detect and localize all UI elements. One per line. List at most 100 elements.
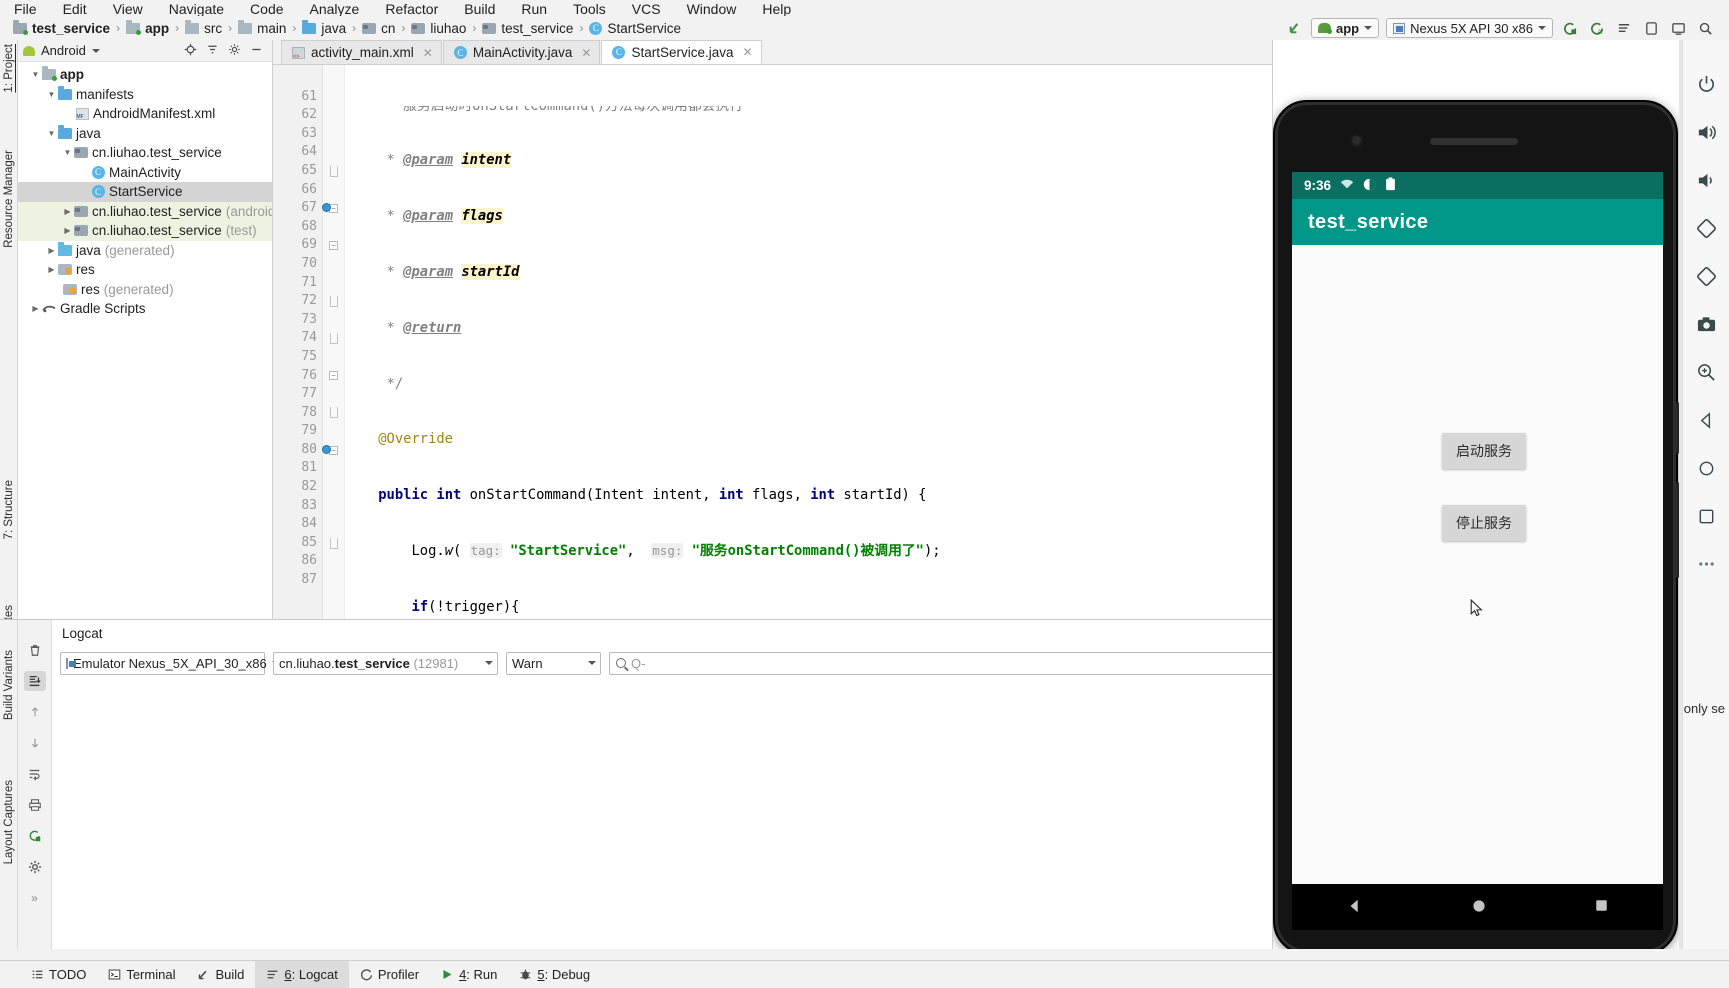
settings-gear-icon[interactable] xyxy=(228,43,241,59)
breadcrumb-item-cn[interactable]: cn xyxy=(357,21,400,36)
tree-item-java-generated[interactable]: ▶ java (generated) xyxy=(18,241,272,261)
tab-startservice-java[interactable]: C StartService.java ✕ xyxy=(601,40,762,64)
scroll-to-end-icon[interactable] xyxy=(23,671,46,691)
fold-end-marker[interactable] xyxy=(323,292,344,311)
home-icon[interactable] xyxy=(1694,456,1718,480)
more-icon[interactable] xyxy=(1694,552,1718,576)
chevron-down-icon[interactable]: ▼ xyxy=(30,70,41,79)
more-icon[interactable]: » xyxy=(24,888,46,908)
volume-up-icon[interactable] xyxy=(1694,120,1718,144)
tree-item-startservice[interactable]: C StartService xyxy=(18,182,272,202)
rotate-left-icon[interactable] xyxy=(1694,216,1718,240)
tree-item-java[interactable]: ▼ java xyxy=(18,124,272,144)
back-icon[interactable] xyxy=(1694,408,1718,432)
sidebar-item-resource-manager[interactable]: Resource Manager xyxy=(0,150,18,248)
print-icon[interactable] xyxy=(24,795,46,815)
breadcrumb-item-test-service-pkg[interactable]: test_service xyxy=(477,21,578,36)
restart-icon[interactable] xyxy=(24,826,46,846)
breadcrumb-item-src[interactable]: src xyxy=(180,19,227,36)
volume-down-icon[interactable] xyxy=(1694,168,1718,192)
breadcrumb-item-liuhao[interactable]: liuhao xyxy=(406,21,471,36)
breadcrumb-item-main[interactable]: main xyxy=(233,19,291,36)
menu-item-analyze[interactable]: Analyze xyxy=(310,2,360,16)
menu-item-file[interactable]: File xyxy=(14,2,37,16)
status-button-terminal[interactable]: Terminal xyxy=(97,961,186,988)
tree-item-package-main[interactable]: ▼ cn.liuhao.test_service xyxy=(18,143,272,163)
menu-item-build[interactable]: Build xyxy=(464,2,495,16)
tree-item-res[interactable]: ▶ res xyxy=(18,260,272,280)
tab-mainactivity-java[interactable]: C MainActivity.java ✕ xyxy=(442,40,601,64)
settings-gear-icon[interactable] xyxy=(24,857,46,877)
up-arrow-icon[interactable] xyxy=(24,702,46,722)
menu-item-window[interactable]: Window xyxy=(687,2,737,16)
fold-end-marker[interactable] xyxy=(323,534,344,553)
project-view-selector-label[interactable]: Android xyxy=(41,43,86,58)
logcat-process-selector[interactable]: cn.liuhao.test_service (12981) xyxy=(273,651,498,675)
minimize-icon[interactable] xyxy=(250,43,263,59)
tree-item-app[interactable]: ▼ app xyxy=(18,65,272,85)
rotate-right-icon[interactable] xyxy=(1694,264,1718,288)
close-icon[interactable]: ✕ xyxy=(423,46,433,60)
menu-item-help[interactable]: Help xyxy=(762,2,791,16)
status-button-logcat[interactable]: 6: Logcat xyxy=(255,960,349,988)
power-icon[interactable] xyxy=(1694,72,1718,96)
status-button-debug[interactable]: 5: Debug xyxy=(508,961,601,988)
fold-end-marker[interactable] xyxy=(323,404,344,423)
tree-item-android-manifest[interactable]: AndroidManifest.xml xyxy=(18,104,272,124)
back-arrow-icon[interactable] xyxy=(1284,18,1304,38)
tree-item-res-generated[interactable]: res (generated) xyxy=(18,280,272,300)
down-arrow-icon[interactable] xyxy=(24,733,46,753)
clear-logcat-icon[interactable] xyxy=(24,640,46,660)
chevron-down-icon[interactable]: ▼ xyxy=(62,148,73,157)
sidebar-item-structure[interactable]: 7: Structure xyxy=(0,480,18,539)
overview-icon[interactable] xyxy=(1694,504,1718,528)
menu-item-tools[interactable]: Tools xyxy=(573,2,606,16)
app-content-area[interactable]: 启动服务 停止服务 xyxy=(1292,245,1663,884)
sidebar-item-project[interactable]: 1: Project xyxy=(0,44,18,93)
menu-item-edit[interactable]: Edit xyxy=(63,2,87,16)
tree-item-package-test[interactable]: ▶ cn.liuhao.test_service (test) xyxy=(18,221,272,241)
logcat-filter-option-label[interactable]: only se xyxy=(1684,701,1725,716)
tree-item-mainactivity[interactable]: C MainActivity xyxy=(18,163,272,183)
start-service-button[interactable]: 启动服务 xyxy=(1442,433,1526,469)
tree-item-manifests[interactable]: ▼ manifests xyxy=(18,85,272,105)
menu-item-vcs[interactable]: VCS xyxy=(632,2,661,16)
status-button-todo[interactable]: TODO xyxy=(20,961,97,988)
run-configuration-selector[interactable]: app xyxy=(1311,18,1380,38)
tab-activity-main-xml[interactable]: activity_main.xml ✕ xyxy=(281,40,442,64)
zoom-icon[interactable] xyxy=(1694,360,1718,384)
avd-manager-icon[interactable] xyxy=(1641,18,1661,38)
stop-service-button[interactable]: 停止服务 xyxy=(1442,505,1526,541)
fold-marker[interactable]: − xyxy=(323,367,344,386)
menu-item-refactor[interactable]: Refactor xyxy=(385,2,438,16)
status-button-build[interactable]: Build xyxy=(186,961,255,988)
chevron-down-icon[interactable]: ▼ xyxy=(46,129,57,138)
fold-marker[interactable]: − xyxy=(323,236,344,255)
sdk-manager-icon[interactable] xyxy=(1668,18,1688,38)
fold-end-marker[interactable] xyxy=(323,329,344,348)
emulator-screen[interactable]: 9:36 test_service 启动服务 停止服务 xyxy=(1292,172,1663,884)
sidebar-item-build-variants[interactable]: Build Variants xyxy=(0,650,18,720)
close-icon[interactable]: ✕ xyxy=(742,45,752,59)
tree-item-gradle-scripts[interactable]: ▶ Gradle Scripts xyxy=(18,299,272,319)
menu-item-view[interactable]: View xyxy=(113,2,143,16)
chevron-right-icon[interactable]: ▶ xyxy=(46,246,57,255)
logcat-device-selector[interactable]: Emulator Nexus_5X_API_30_x86 xyxy=(60,651,280,675)
breadcrumb-item-app[interactable]: app xyxy=(121,19,174,36)
profile-icon[interactable]: A xyxy=(1587,18,1607,38)
fold-end-marker[interactable] xyxy=(323,162,344,181)
chevron-right-icon[interactable]: ▶ xyxy=(30,304,41,313)
logcat-icon[interactable] xyxy=(1614,18,1634,38)
breadcrumb-item-test-service[interactable]: test_service xyxy=(8,19,115,36)
menu-item-code[interactable]: Code xyxy=(250,2,283,16)
status-button-profiler[interactable]: Profiler xyxy=(349,961,430,988)
logcat-level-selector[interactable]: Warn xyxy=(506,651,601,675)
tree-item-package-androidtest[interactable]: ▶ cn.liuhao.test_service (androidTest) xyxy=(18,201,272,221)
back-nav-icon[interactable] xyxy=(1346,897,1364,918)
breadcrumb-item-java[interactable]: java xyxy=(297,19,351,36)
device-selector[interactable]: Nexus 5X API 30 x86 xyxy=(1386,18,1553,38)
chevron-down-icon[interactable]: ▼ xyxy=(46,90,57,99)
collapse-all-icon[interactable] xyxy=(206,43,219,59)
chevron-right-icon[interactable]: ▶ xyxy=(46,265,57,274)
overview-nav-icon[interactable] xyxy=(1594,898,1609,916)
